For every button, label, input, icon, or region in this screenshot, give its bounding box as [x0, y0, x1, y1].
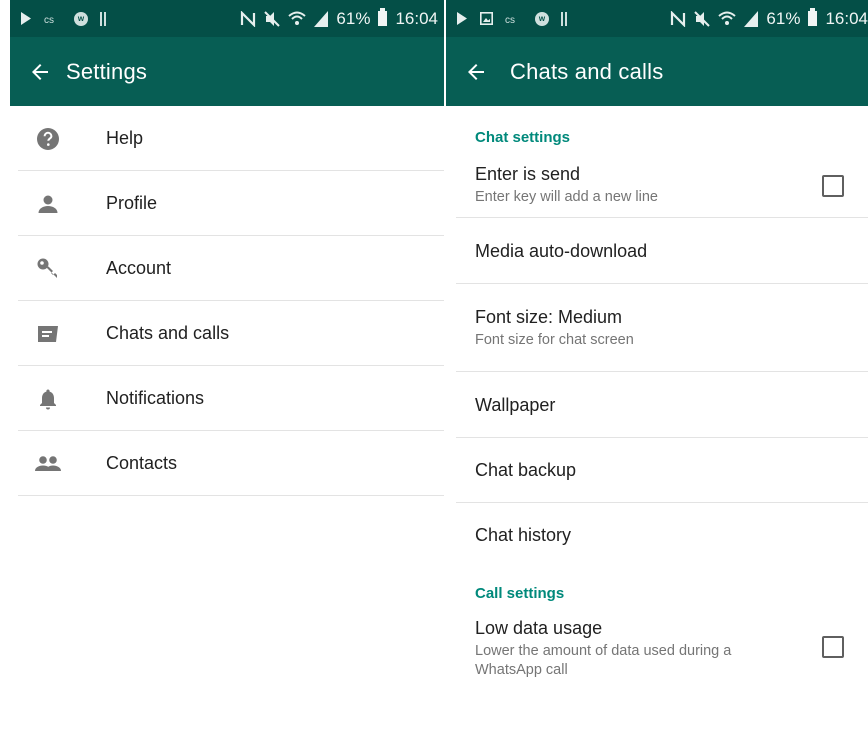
clock: 16:04	[395, 8, 438, 28]
svg-text:cs: cs	[44, 15, 54, 24]
settings-item-contacts[interactable]: Contacts	[10, 431, 444, 496]
chats-and-calls-screen: cs w 61% 16:04 Chats and calls Chat sett…	[446, 0, 868, 734]
play-icon	[456, 12, 468, 25]
settings-item-label: Contacts	[106, 453, 178, 473]
cs-icon: cs	[44, 14, 62, 24]
image-icon	[480, 12, 493, 25]
pref-title: Low data usage	[475, 618, 603, 638]
low-data-usage-checkbox[interactable]	[822, 636, 844, 658]
bars-icon	[561, 11, 567, 26]
pref-title: Enter is send	[475, 163, 581, 184]
settings-item-notifications[interactable]: Notifications	[10, 366, 444, 431]
mute-icon	[264, 10, 281, 27]
bell-icon	[34, 385, 62, 413]
settings-item-label: Help	[106, 128, 144, 148]
cs-icon: cs	[505, 14, 523, 24]
pref-summary: Font size for chat screen	[475, 331, 634, 348]
settings-item-label: Account	[106, 258, 172, 278]
battery-icon	[808, 8, 818, 26]
battery-percent: 61%	[336, 8, 371, 28]
signal-icon	[744, 10, 759, 27]
pref-title: Font size: Medium	[475, 306, 623, 327]
status-bar: cs w 61% 16:04	[446, 0, 868, 37]
settings-item-label: Chats and calls	[106, 323, 230, 343]
pref-summary: Enter key will add a new line	[475, 188, 658, 205]
settings-item-label: Notifications	[106, 388, 205, 408]
pref-title: Media auto-download	[475, 240, 648, 261]
media-auto-download-pref[interactable]: Media auto-download	[446, 218, 868, 284]
settings-item-profile[interactable]: Profile	[10, 171, 444, 236]
battery-icon	[378, 8, 388, 26]
help-icon	[34, 125, 62, 153]
settings-list: Help Profile Account Chats and calls Not…	[10, 106, 444, 496]
pref-title: Wallpaper	[475, 394, 556, 415]
key-icon	[34, 255, 62, 283]
wallpaper-pref[interactable]: Wallpaper	[446, 372, 868, 438]
clock: 16:04	[825, 8, 868, 28]
back-arrow-icon[interactable]	[464, 60, 488, 84]
play-icon	[20, 12, 32, 25]
w-icon: w	[535, 11, 549, 26]
pref-summary-line-1: Lower the amount of data used during a	[475, 643, 732, 659]
bars-icon	[100, 11, 106, 26]
people-icon	[34, 450, 62, 478]
settings-item-label: Profile	[106, 193, 158, 213]
person-icon	[34, 190, 62, 218]
status-bar: cs w 61% 16:04	[10, 0, 444, 37]
chat-icon	[34, 320, 62, 348]
mute-icon	[694, 10, 711, 27]
settings-item-account[interactable]: Account	[10, 236, 444, 301]
back-arrow-icon[interactable]	[28, 60, 52, 84]
svg-text:cs: cs	[505, 15, 515, 24]
page-title: Settings	[66, 58, 148, 84]
settings-screen: cs w 61% 16:04 Settings Help Profile Acc…	[10, 0, 444, 734]
page-title: Chats and calls	[510, 58, 664, 84]
pref-title: Chat backup	[475, 460, 577, 480]
chat-history-pref[interactable]: Chat history	[446, 503, 868, 568]
enter-is-send-pref[interactable]: Enter is send Enter key will add a new l…	[446, 152, 868, 218]
battery-percent: 61%	[766, 8, 801, 28]
pref-summary-line-2: WhatsApp call	[475, 662, 568, 678]
chat-backup-pref[interactable]: Chat backup	[446, 438, 868, 503]
nfc-icon	[670, 10, 686, 27]
wifi-icon	[288, 11, 307, 27]
signal-icon	[314, 10, 329, 27]
app-bar: Chats and calls	[446, 37, 868, 106]
settings-item-help[interactable]: Help	[10, 106, 444, 171]
app-bar: Settings	[10, 37, 444, 106]
wifi-icon	[718, 11, 737, 27]
low-data-usage-pref[interactable]: Low data usage Lower the amount of data …	[446, 612, 868, 682]
nfc-icon	[240, 10, 256, 27]
settings-item-chats-and-calls[interactable]: Chats and calls	[10, 301, 444, 366]
font-size-pref[interactable]: Font size: Medium Font size for chat scr…	[446, 284, 868, 372]
pref-title: Chat history	[475, 525, 572, 545]
w-icon: w	[74, 11, 88, 26]
enter-is-send-checkbox[interactable]	[822, 175, 844, 197]
